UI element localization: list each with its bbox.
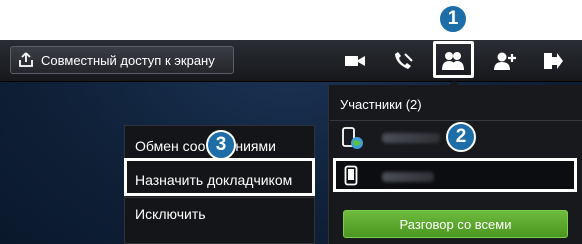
phone-globe-icon bbox=[342, 127, 363, 149]
callout-badge-3: 3 bbox=[206, 130, 236, 160]
exit-icon[interactable] bbox=[540, 48, 566, 74]
menu-divider bbox=[125, 197, 315, 198]
end-call-icon[interactable] bbox=[390, 48, 416, 74]
add-participant-icon[interactable] bbox=[492, 48, 518, 74]
participants-title: Участники (2) bbox=[340, 97, 422, 112]
menu-item-share-label-part2: ниями bbox=[235, 138, 276, 154]
participant-name-blurred bbox=[382, 133, 440, 143]
callout-badge-2: 2 bbox=[446, 122, 476, 152]
participant-row-selected[interactable] bbox=[333, 158, 577, 192]
menu-item-exclude[interactable]: Исключить bbox=[135, 206, 206, 222]
menu-selected-highlight bbox=[124, 158, 315, 196]
share-screen-label: Совместный доступ к экрану bbox=[41, 52, 215, 68]
share-screen-button[interactable]: Совместный доступ к экрану bbox=[10, 46, 234, 74]
share-icon bbox=[19, 52, 33, 67]
divider bbox=[330, 120, 582, 121]
call-all-button[interactable]: Разговор со всеми bbox=[343, 210, 568, 238]
participant-name-blurred bbox=[382, 172, 434, 182]
participants-selected-highlight bbox=[433, 41, 474, 78]
phone-icon bbox=[344, 165, 358, 186]
video-icon[interactable] bbox=[342, 48, 368, 74]
menu-item-share-label-part1: Обмен соо bbox=[135, 138, 206, 154]
callout-badge-1: 1 bbox=[438, 4, 468, 34]
